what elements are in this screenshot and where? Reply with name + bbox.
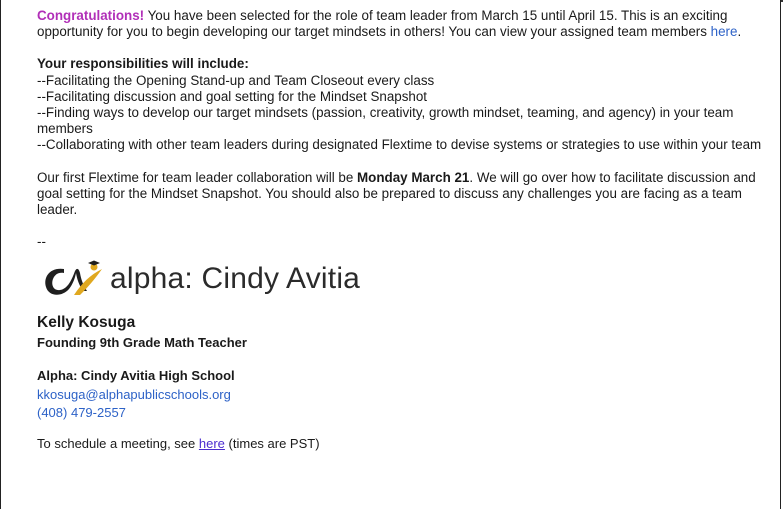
responsibility-item-1: --Facilitating the Opening Stand-up and … [37, 72, 435, 88]
signature-name: Kelly Kosuga [37, 314, 136, 332]
flextime-before: Our first Flextime for team leader colla… [37, 169, 358, 185]
school-logo: alpha: Cindy Avitia [40, 254, 767, 304]
schedule-before: To schedule a meeting, see [37, 436, 199, 452]
flextime-date: Monday March 21 [357, 169, 470, 185]
congrats-text: Congratulations! [37, 8, 145, 23]
signature-school: Alpha: Cindy Avitia High School [37, 368, 235, 384]
signature-separator: -- [37, 234, 46, 250]
responsibility-item-4: --Collaborating with other team leaders … [37, 137, 762, 153]
schedule-line: To schedule a meeting, see here (times a… [37, 436, 767, 452]
schedule-after: (times are PST) [224, 436, 320, 452]
email-body: Congratulations! You have been selected … [37, 8, 767, 452]
responsibilities-heading: Your responsibilities will include: [37, 56, 249, 72]
logo-text: alpha: Cindy Avitia [110, 262, 361, 296]
signature-email-link[interactable]: kkosuga@alphapublicschools.org [37, 387, 767, 403]
flextime-paragraph: Our first Flextime for team leader colla… [37, 170, 767, 219]
team-members-link[interactable]: here [711, 24, 738, 39]
signature-title: Founding 9th Grade Math Teacher [37, 335, 247, 351]
responsibility-item-3: --Finding ways to develop our target min… [37, 105, 734, 137]
signature-phone-link[interactable]: (408) 479-2557 [37, 405, 767, 421]
intro-end: . [737, 24, 742, 40]
responsibility-item-2: --Facilitating discussion and goal setti… [37, 88, 428, 104]
intro-paragraph: Congratulations! You have been selected … [37, 8, 767, 40]
alpha-logo-icon [45, 260, 102, 296]
schedule-link[interactable]: here [199, 436, 225, 451]
